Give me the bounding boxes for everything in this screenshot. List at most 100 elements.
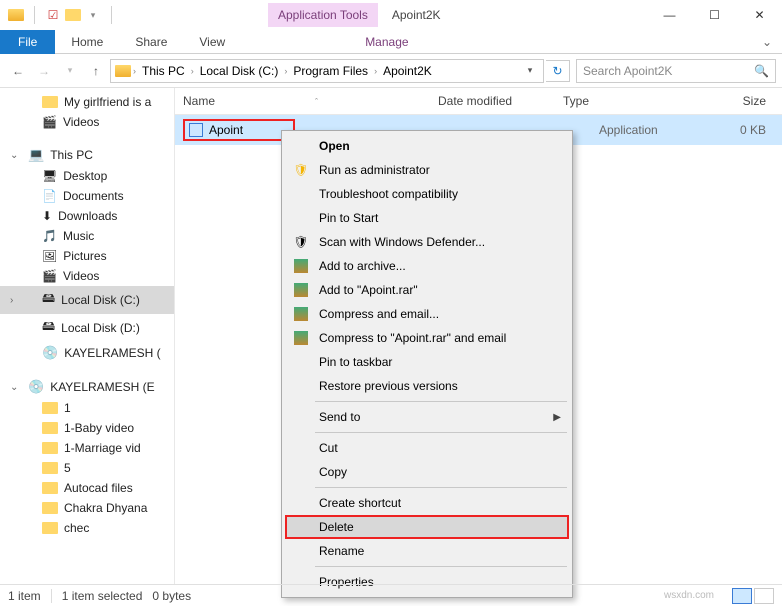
ctx-pin-start[interactable]: Pin to Start bbox=[285, 206, 569, 230]
manage-tab[interactable]: Manage bbox=[349, 31, 424, 53]
address-path[interactable]: › This PC › Local Disk (C:) › Program Fi… bbox=[110, 59, 544, 83]
recent-dropdown[interactable]: ▾ bbox=[58, 59, 82, 83]
ctx-pin-taskbar[interactable]: Pin to taskbar bbox=[285, 350, 569, 374]
tree-dvd-drive[interactable]: 💿KAYELRAMESH ( bbox=[0, 342, 174, 364]
file-size: 0 KB bbox=[714, 123, 774, 137]
navigation-tree[interactable]: My girlfriend is a 🎬Videos ⌄💻This PC 🖥De… bbox=[0, 88, 175, 584]
new-folder-icon[interactable] bbox=[65, 7, 81, 23]
column-headers: Nameˆ Date modified Type Size bbox=[175, 88, 782, 115]
refresh-button[interactable]: ↻ bbox=[546, 60, 570, 82]
defender-icon: 🛡 bbox=[293, 234, 309, 250]
ctx-label: Compress and email... bbox=[319, 307, 439, 321]
tree-folder[interactable]: chec bbox=[0, 518, 174, 538]
ctx-create-shortcut[interactable]: Create shortcut bbox=[285, 491, 569, 515]
ctx-troubleshoot[interactable]: Troubleshoot compatibility bbox=[285, 182, 569, 206]
quick-access-item[interactable]: My girlfriend is a bbox=[0, 92, 174, 112]
ctx-run-admin[interactable]: 🛡Run as administrator bbox=[285, 158, 569, 182]
share-tab[interactable]: Share bbox=[119, 31, 183, 53]
rar-icon bbox=[293, 282, 309, 298]
chevron-right-icon[interactable]: › bbox=[191, 66, 194, 76]
column-date[interactable]: Date modified bbox=[438, 94, 563, 108]
minimize-button[interactable]: — bbox=[647, 0, 692, 30]
breadcrumb-apoint2k[interactable]: Apoint2K bbox=[379, 64, 436, 78]
chevron-right-icon[interactable]: › bbox=[374, 66, 377, 76]
home-tab[interactable]: Home bbox=[55, 31, 119, 53]
tree-downloads[interactable]: ⬇Downloads bbox=[0, 206, 174, 226]
tree-label: 1-Baby video bbox=[64, 421, 134, 435]
tree-local-disk-c[interactable]: ›🖴Local Disk (C:) bbox=[0, 286, 174, 314]
tree-label: 1 bbox=[64, 401, 71, 415]
tree-folder[interactable]: Autocad files bbox=[0, 478, 174, 498]
ctx-label: Scan with Windows Defender... bbox=[319, 235, 485, 249]
forward-button[interactable]: → bbox=[32, 59, 56, 83]
view-tab[interactable]: View bbox=[183, 31, 241, 53]
chevron-right-icon: ▶ bbox=[553, 412, 561, 423]
search-icon[interactable]: 🔍 bbox=[754, 64, 769, 78]
this-pc-node[interactable]: ⌄💻This PC bbox=[0, 144, 174, 166]
ctx-open[interactable]: Open bbox=[285, 134, 569, 158]
column-size[interactable]: Size bbox=[678, 94, 774, 108]
tree-label: Downloads bbox=[58, 209, 117, 223]
ctx-add-apoint-rar[interactable]: Add to "Apoint.rar" bbox=[285, 278, 569, 302]
ribbon-expand-icon[interactable]: ⌄ bbox=[752, 35, 782, 49]
tree-local-disk-d[interactable]: 🖴Local Disk (D:) bbox=[0, 314, 174, 342]
tree-folder[interactable]: 1-Baby video bbox=[0, 418, 174, 438]
ctx-copy[interactable]: Copy bbox=[285, 460, 569, 484]
column-name[interactable]: Nameˆ bbox=[183, 94, 438, 108]
tree-label: chec bbox=[64, 521, 89, 535]
file-tab[interactable]: File bbox=[0, 30, 55, 54]
sort-indicator-icon: ˆ bbox=[315, 97, 318, 107]
address-dropdown-icon[interactable]: ▾ bbox=[521, 65, 539, 76]
tree-external-drive[interactable]: ⌄💿KAYELRAMESH (E bbox=[0, 376, 174, 398]
tree-folder[interactable]: 1 bbox=[0, 398, 174, 418]
tree-pictures[interactable]: 🖼Pictures bbox=[0, 246, 174, 266]
ctx-compress-email[interactable]: Compress and email... bbox=[285, 302, 569, 326]
maximize-button[interactable]: ☐ bbox=[692, 0, 737, 30]
tree-folder[interactable]: 1-Marriage vid bbox=[0, 438, 174, 458]
ctx-label: Add to archive... bbox=[319, 259, 406, 273]
qat-dropdown-icon[interactable]: ▾ bbox=[85, 7, 101, 23]
ctx-send-to[interactable]: Send to▶ bbox=[285, 405, 569, 429]
ctx-defender[interactable]: 🛡 Scan with Windows Defender... bbox=[285, 230, 569, 254]
tree-label: Local Disk (C:) bbox=[61, 293, 140, 307]
properties-icon[interactable]: ☑ bbox=[45, 7, 61, 23]
breadcrumb-this-pc[interactable]: This PC bbox=[138, 64, 189, 78]
column-type[interactable]: Type bbox=[563, 94, 678, 108]
tree-label: 1-Marriage vid bbox=[64, 441, 141, 455]
breadcrumb-c[interactable]: Local Disk (C:) bbox=[196, 64, 283, 78]
rar-icon bbox=[293, 306, 309, 322]
tree-desktop[interactable]: 🖥Desktop bbox=[0, 166, 174, 186]
status-bytes: 0 bytes bbox=[152, 589, 191, 603]
ctx-restore-previous[interactable]: Restore previous versions bbox=[285, 374, 569, 398]
ctx-add-archive[interactable]: Add to archive... bbox=[285, 254, 569, 278]
quick-access-item[interactable]: 🎬Videos bbox=[0, 112, 174, 132]
chevron-right-icon[interactable]: › bbox=[133, 66, 136, 76]
file-meta: Application 0 KB bbox=[599, 123, 774, 137]
thumbnails-view-button[interactable] bbox=[754, 588, 774, 604]
ctx-compress-apoint-email[interactable]: Compress to "Apoint.rar" and email bbox=[285, 326, 569, 350]
chevron-right-icon[interactable]: › bbox=[284, 66, 287, 76]
collapse-icon[interactable]: ⌄ bbox=[10, 382, 18, 393]
ctx-delete[interactable]: Delete bbox=[285, 515, 569, 539]
application-tools-tab[interactable]: Application Tools bbox=[268, 3, 378, 27]
tree-folder[interactable]: Chakra Dhyana bbox=[0, 498, 174, 518]
details-view-button[interactable] bbox=[732, 588, 752, 604]
close-button[interactable]: ✕ bbox=[737, 0, 782, 30]
tree-label: This PC bbox=[50, 148, 93, 162]
ctx-cut[interactable]: Cut bbox=[285, 436, 569, 460]
status-item-count: 1 item bbox=[8, 589, 52, 603]
back-button[interactable]: ← bbox=[6, 59, 30, 83]
up-button[interactable]: ↑ bbox=[84, 59, 108, 83]
tree-label: Chakra Dhyana bbox=[64, 501, 147, 515]
collapse-icon[interactable]: ⌄ bbox=[10, 150, 18, 161]
breadcrumb-program-files[interactable]: Program Files bbox=[289, 64, 372, 78]
ctx-rename[interactable]: Rename bbox=[285, 539, 569, 563]
tree-videos[interactable]: 🎬Videos bbox=[0, 266, 174, 286]
quick-access-toolbar: ☑ ▾ bbox=[0, 6, 118, 24]
tree-folder[interactable]: 5 bbox=[0, 458, 174, 478]
tree-label: Desktop bbox=[63, 169, 107, 183]
tree-music[interactable]: 🎵Music bbox=[0, 226, 174, 246]
tree-documents[interactable]: 📄Documents bbox=[0, 186, 174, 206]
search-input[interactable]: Search Apoint2K 🔍 bbox=[576, 59, 776, 83]
expand-icon[interactable]: › bbox=[10, 295, 13, 306]
